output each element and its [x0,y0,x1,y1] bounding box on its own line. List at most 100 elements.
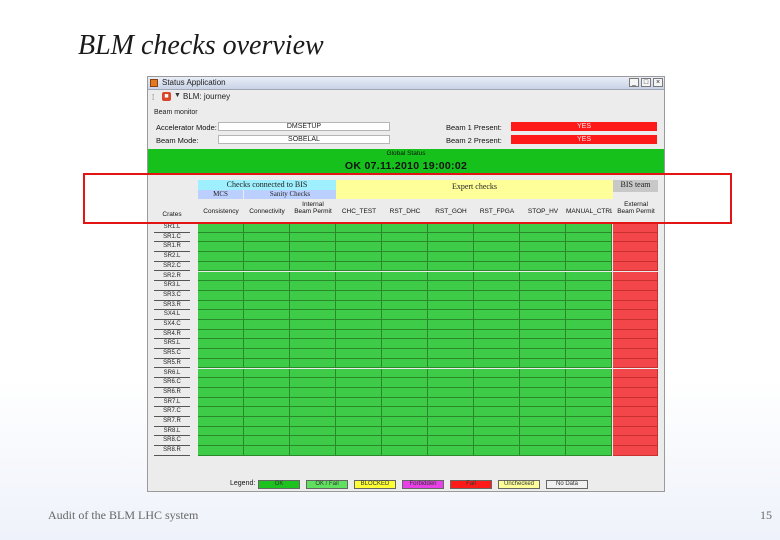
status-cell[interactable] [566,300,612,311]
status-cell[interactable] [566,378,612,388]
status-cell[interactable] [428,290,474,301]
status-cell[interactable] [336,310,382,320]
status-cell[interactable] [290,368,336,379]
status-cell[interactable] [198,339,244,350]
status-application-window[interactable]: Status Application _ □ × ⁞ ■ ▼ BLM: jour… [147,76,665,492]
status-cell[interactable] [336,417,382,427]
status-cell[interactable] [290,426,336,437]
status-cell[interactable] [382,310,428,320]
status-cell[interactable] [198,232,244,243]
status-cell[interactable] [290,300,336,311]
status-cell[interactable] [198,378,244,388]
status-cell[interactable] [474,358,520,369]
maximize-button[interactable]: □ [641,78,651,87]
status-cell[interactable] [613,252,658,262]
status-cell[interactable] [566,417,612,427]
status-cell[interactable] [198,271,244,282]
status-cell[interactable] [428,320,474,330]
status-cell[interactable] [290,290,336,301]
status-cell[interactable] [520,329,566,340]
status-cell[interactable] [474,378,520,388]
status-cell[interactable] [474,242,520,253]
status-cell[interactable] [336,387,382,398]
status-cell[interactable] [520,417,566,427]
status-cell[interactable] [566,426,612,437]
status-cell[interactable] [244,446,290,456]
status-cell[interactable] [290,232,336,243]
status-cell[interactable] [566,271,612,282]
status-cell[interactable] [428,407,474,417]
status-cell[interactable] [613,407,658,417]
status-cell[interactable] [566,368,612,379]
status-cell[interactable] [336,368,382,379]
context-selector[interactable]: BLM: journey [183,92,230,101]
status-cell[interactable] [382,281,428,291]
status-cell[interactable] [474,349,520,359]
status-cell[interactable] [566,232,612,243]
status-cell[interactable] [198,310,244,320]
status-cell[interactable] [290,310,336,320]
status-cell[interactable] [566,223,612,233]
status-cell[interactable] [428,271,474,282]
status-cell[interactable] [336,407,382,417]
status-cell[interactable] [336,397,382,408]
status-cell[interactable] [336,271,382,282]
status-cell[interactable] [474,281,520,291]
status-cell[interactable] [474,339,520,350]
status-cell[interactable] [382,417,428,427]
status-cell[interactable] [613,271,658,282]
status-cell[interactable] [613,320,658,330]
status-cell[interactable] [198,320,244,330]
status-cell[interactable] [566,358,612,369]
status-cell[interactable] [613,378,658,388]
status-cell[interactable] [382,426,428,437]
status-cell[interactable] [566,252,612,262]
status-cell[interactable] [290,271,336,282]
status-cell[interactable] [474,397,520,408]
status-cell[interactable] [244,349,290,359]
status-cell[interactable] [336,378,382,388]
status-cell[interactable] [244,320,290,330]
status-cell[interactable] [474,320,520,330]
status-cell[interactable] [244,261,290,272]
status-cell[interactable] [474,407,520,417]
status-cell[interactable] [244,387,290,398]
status-cell[interactable] [244,397,290,408]
window-titlebar[interactable]: Status Application _ □ × [148,77,664,90]
status-cell[interactable] [613,329,658,340]
status-cell[interactable] [382,378,428,388]
status-cell[interactable] [520,426,566,437]
status-cell[interactable] [474,426,520,437]
status-cell[interactable] [520,242,566,253]
status-cell[interactable] [198,242,244,253]
status-cell[interactable] [290,281,336,291]
status-cell[interactable] [566,407,612,417]
status-cell[interactable] [336,242,382,253]
status-cell[interactable] [613,426,658,437]
status-cell[interactable] [244,310,290,320]
status-cell[interactable] [428,387,474,398]
status-cell[interactable] [520,397,566,408]
status-cell[interactable] [428,436,474,447]
status-cell[interactable] [474,436,520,447]
status-cell[interactable] [336,446,382,456]
status-cell[interactable] [474,252,520,262]
dropdown-arrow-icon[interactable]: ▼ [174,92,181,99]
status-cell[interactable] [336,223,382,233]
status-cell[interactable] [198,436,244,447]
status-cell[interactable] [290,242,336,253]
status-cell[interactable] [474,271,520,282]
status-cell[interactable] [290,436,336,447]
status-cell[interactable] [566,339,612,350]
status-cell[interactable] [290,223,336,233]
status-cell[interactable] [566,290,612,301]
status-cell[interactable] [613,446,658,456]
status-cell[interactable] [613,397,658,408]
status-cell[interactable] [474,446,520,456]
status-cell[interactable] [336,252,382,262]
status-cell[interactable] [244,368,290,379]
status-cell[interactable] [520,281,566,291]
status-cell[interactable] [382,339,428,350]
status-cell[interactable] [613,339,658,350]
status-cell[interactable] [474,417,520,427]
